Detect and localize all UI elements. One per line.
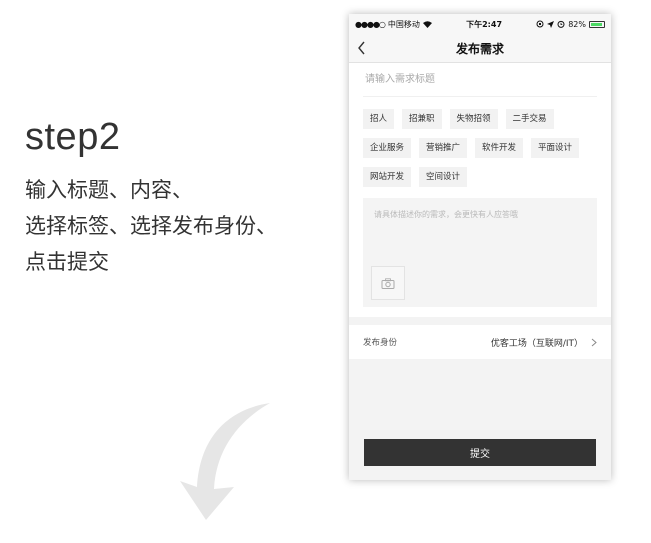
tag-chip[interactable]: 招兼职 (402, 109, 442, 129)
step-instructions: 输入标题、内容、 选择标签、选择发布身份、 点击提交 (25, 172, 277, 280)
step-line: 点击提交 (25, 250, 109, 274)
signal-icon: ●●●●○ (355, 19, 386, 29)
back-icon[interactable] (357, 41, 367, 55)
clock: 下午2:47 (466, 19, 503, 29)
tag-chip[interactable]: 二手交易 (505, 109, 554, 129)
description-textarea[interactable]: 请具体描述你的需求，会更快有人应答哦 (363, 198, 597, 307)
tag-chip[interactable]: 软件开发 (475, 138, 524, 158)
carrier-label: 中国移动 (387, 19, 420, 29)
publish-identity-row[interactable]: 发布身份 优客工场（互联网/IT） (349, 325, 611, 359)
tag-chip[interactable]: 招人 (363, 109, 395, 129)
tag-chip[interactable]: 网站开发 (363, 167, 412, 187)
step-line: 输入标题、内容、 (25, 178, 193, 202)
curved-arrow-icon (180, 403, 270, 520)
battery-icon (589, 20, 605, 28)
chevron-right-icon (591, 338, 597, 346)
phone-screen: ●●●●○ 中国移动 下午2:47 82% 发布需求 请输入需求标题 招人 招兼… (349, 14, 611, 480)
status-bar: ●●●●○ 中国移动 下午2:47 82% (349, 14, 611, 34)
tag-chip[interactable]: 空间设计 (419, 167, 468, 187)
identity-value: 优客工场（互联网/IT） (490, 338, 583, 349)
form-panel: 招人 招兼职 失物招领 二手交易 企业服务 营销推广 软件开发 平面设计 网站开… (349, 63, 611, 317)
title-input[interactable] (363, 63, 597, 97)
page-title: 发布需求 (455, 41, 504, 56)
camera-icon (381, 277, 395, 289)
step-line: 选择标签、选择发布身份、 (25, 214, 277, 238)
submit-button[interactable]: 提交 (364, 439, 596, 466)
tag-chip[interactable]: 平面设计 (531, 138, 580, 158)
wifi-icon (422, 20, 432, 28)
identity-label: 发布身份 (363, 338, 398, 348)
alarm-icon (557, 20, 565, 28)
tag-chip[interactable]: 企业服务 (363, 138, 412, 158)
location-icon (547, 20, 555, 28)
tag-chip[interactable]: 失物招领 (449, 109, 498, 129)
tag-list: 招人 招兼职 失物招领 二手交易 企业服务 营销推广 软件开发 平面设计 网站开… (349, 97, 611, 196)
add-photo-button[interactable] (371, 266, 405, 300)
description-placeholder: 请具体描述你的需求，会更快有人应答哦 (374, 210, 518, 219)
nav-bar: 发布需求 (349, 34, 611, 63)
step-title: step2 (25, 116, 121, 158)
battery-percent: 82% (568, 19, 586, 29)
tag-chip[interactable]: 营销推广 (419, 138, 468, 158)
rotation-lock-icon (536, 20, 544, 28)
